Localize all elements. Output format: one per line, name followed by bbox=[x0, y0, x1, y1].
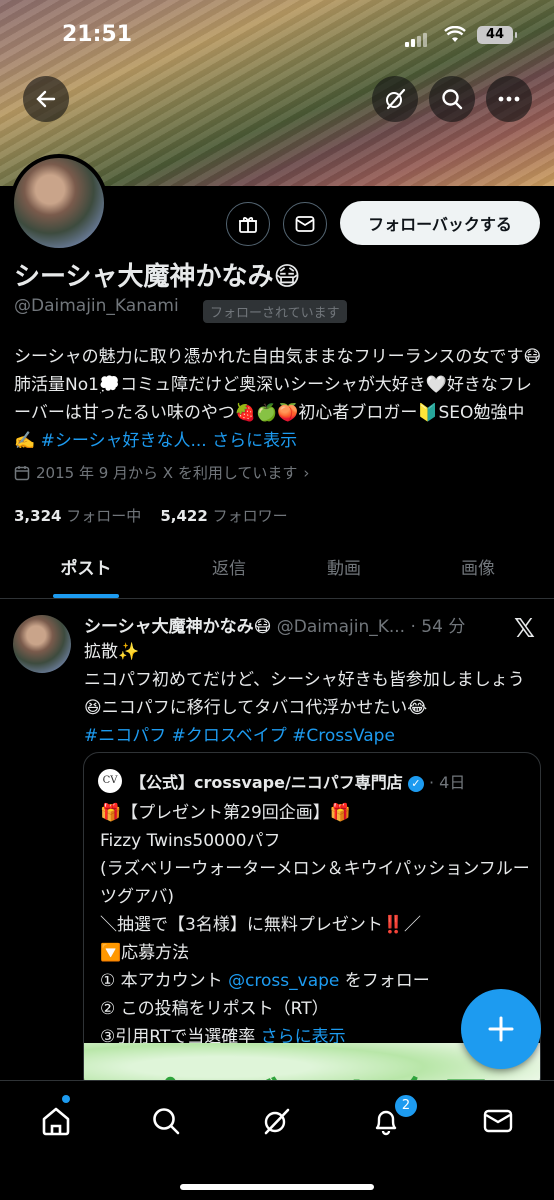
quoted-line-6-pre: ① 本アカウント bbox=[100, 971, 229, 991]
arrow-left-icon bbox=[36, 90, 56, 108]
profile-name: シーシャ大魔神かなみ😷 bbox=[14, 262, 301, 292]
bio-hashtag-link[interactable]: #シーシャ好きな人... bbox=[41, 431, 207, 451]
quoted-author-name: 【公式】crossvape/ニコパフ専門店 bbox=[130, 773, 403, 792]
plus-icon bbox=[488, 1016, 514, 1042]
gift-icon bbox=[239, 216, 257, 233]
profile-handle: @Daimajin_Kanami bbox=[14, 296, 179, 316]
nav-grok[interactable] bbox=[256, 1101, 296, 1141]
grok-icon bbox=[264, 1108, 290, 1135]
quoted-line-3: (ラズベリーウォーターメロン＆キウイパッションフルーツグアバ) bbox=[100, 859, 530, 907]
post-author-avatar[interactable] bbox=[13, 615, 71, 673]
post-body[interactable]: 拡散✨ ニコパフ初めてだけど、シーシャ好きも皆参加しましょう😆ニコパフに移行して… bbox=[84, 638, 540, 750]
bio-show-more-link[interactable]: さらに表示 bbox=[212, 431, 297, 451]
cross-vape-mention-link[interactable]: @cross_vape bbox=[228, 971, 339, 991]
tab-replies[interactable]: 返信 bbox=[174, 554, 284, 579]
mail-icon bbox=[483, 1109, 513, 1133]
post-header: シーシャ大魔神かなみ😷 @Daimajin_K... · 54 分 bbox=[84, 612, 465, 637]
notification-badge: 2 bbox=[393, 1093, 419, 1119]
quoted-author-avatar: CV bbox=[98, 769, 122, 793]
bottom-navigation bbox=[0, 1080, 554, 1200]
joined-date-row[interactable]: 2015 年 9 月から X を利用しています › bbox=[14, 462, 309, 483]
home-icon bbox=[42, 1107, 70, 1136]
nav-home[interactable] bbox=[36, 1101, 76, 1141]
post-line-1: 拡散✨ bbox=[84, 642, 140, 662]
tab-videos[interactable]: 動画 bbox=[289, 554, 399, 579]
back-button[interactable] bbox=[23, 76, 69, 122]
message-button[interactable] bbox=[283, 202, 327, 246]
nav-search[interactable] bbox=[146, 1101, 186, 1141]
post-hashtags[interactable]: #ニコパフ #クロスベイプ #CrossVape bbox=[84, 722, 540, 750]
following-count: 3,324 bbox=[14, 507, 62, 525]
profile-tabs: ポスト 返信 動画 画像 bbox=[0, 540, 554, 599]
profile-bio: シーシャの魅力に取り憑かれた自由気ままなフリーランスの女です😷肺活量No1💭コミ… bbox=[14, 343, 542, 455]
battery-indicator: 44 bbox=[477, 26, 517, 44]
cellular-signal-icon bbox=[405, 28, 429, 47]
post-handle-time: @Daimajin_K... · 54 分 bbox=[276, 617, 466, 637]
joined-date-text: 2015 年 9 月から X を利用しています bbox=[36, 464, 298, 482]
active-tab-indicator bbox=[53, 594, 119, 598]
followers-label: フォロワー bbox=[212, 507, 288, 525]
verified-badge-icon: ✓ bbox=[407, 775, 424, 792]
calendar-icon bbox=[14, 465, 30, 480]
quoted-post-header: 【公式】crossvape/ニコパフ専門店 ✓ · 4日 bbox=[130, 769, 465, 793]
post-text: ニコパフ初めてだけど、シーシャ好きも皆参加しましょう😆ニコパフに移行してタバコ代… bbox=[84, 670, 525, 718]
home-unread-dot bbox=[62, 1095, 70, 1103]
search-button[interactable] bbox=[429, 76, 475, 122]
follows-you-badge: フォローされています bbox=[203, 300, 347, 323]
status-bar: 21:51 44 bbox=[0, 22, 554, 52]
quoted-post-time: · 4日 bbox=[428, 773, 466, 792]
chevron-right-icon: › bbox=[303, 463, 310, 482]
mail-icon bbox=[295, 216, 315, 232]
quoted-line-6-post: をフォロー bbox=[339, 971, 430, 991]
following-link[interactable]: 3,324 フォロー中 bbox=[14, 507, 141, 525]
wifi-icon bbox=[444, 26, 466, 42]
gift-button[interactable] bbox=[226, 202, 270, 246]
tab-posts[interactable]: ポスト bbox=[31, 554, 141, 579]
grok-icon bbox=[386, 88, 406, 110]
search-icon bbox=[153, 1108, 180, 1135]
profile-avatar[interactable] bbox=[10, 154, 108, 252]
follow-counts: 3,324 フォロー中 5,422 フォロワー bbox=[14, 505, 288, 526]
quoted-line-5: 🔽応募方法 bbox=[100, 943, 190, 963]
following-label: フォロー中 bbox=[66, 507, 142, 525]
quoted-line-4: ＼抽選で【3名様】に無料プレゼント‼️／ bbox=[100, 915, 421, 935]
status-time: 21:51 bbox=[62, 22, 133, 47]
nav-messages[interactable] bbox=[478, 1101, 518, 1141]
compose-button[interactable] bbox=[461, 989, 541, 1069]
quoted-line-1: 🎁【プレゼント第29回企画】🎁 bbox=[100, 803, 351, 823]
post-author-name[interactable]: シーシャ大魔神かなみ😷 bbox=[84, 617, 271, 637]
search-icon bbox=[442, 89, 463, 110]
follow-back-button[interactable]: フォローバックする bbox=[340, 201, 540, 245]
followers-link[interactable]: 5,422 フォロワー bbox=[160, 507, 287, 525]
more-dots-icon bbox=[498, 96, 520, 102]
grok-button[interactable] bbox=[372, 76, 418, 122]
tab-images[interactable]: 画像 bbox=[423, 554, 533, 579]
quoted-line-6: ① 本アカウント @cross_vape をフォロー bbox=[100, 967, 530, 995]
home-indicator bbox=[180, 1184, 374, 1190]
followers-count: 5,422 bbox=[160, 507, 208, 525]
quoted-line-2: Fizzy Twins50000パフ bbox=[100, 831, 281, 851]
more-options-button[interactable] bbox=[486, 76, 532, 122]
